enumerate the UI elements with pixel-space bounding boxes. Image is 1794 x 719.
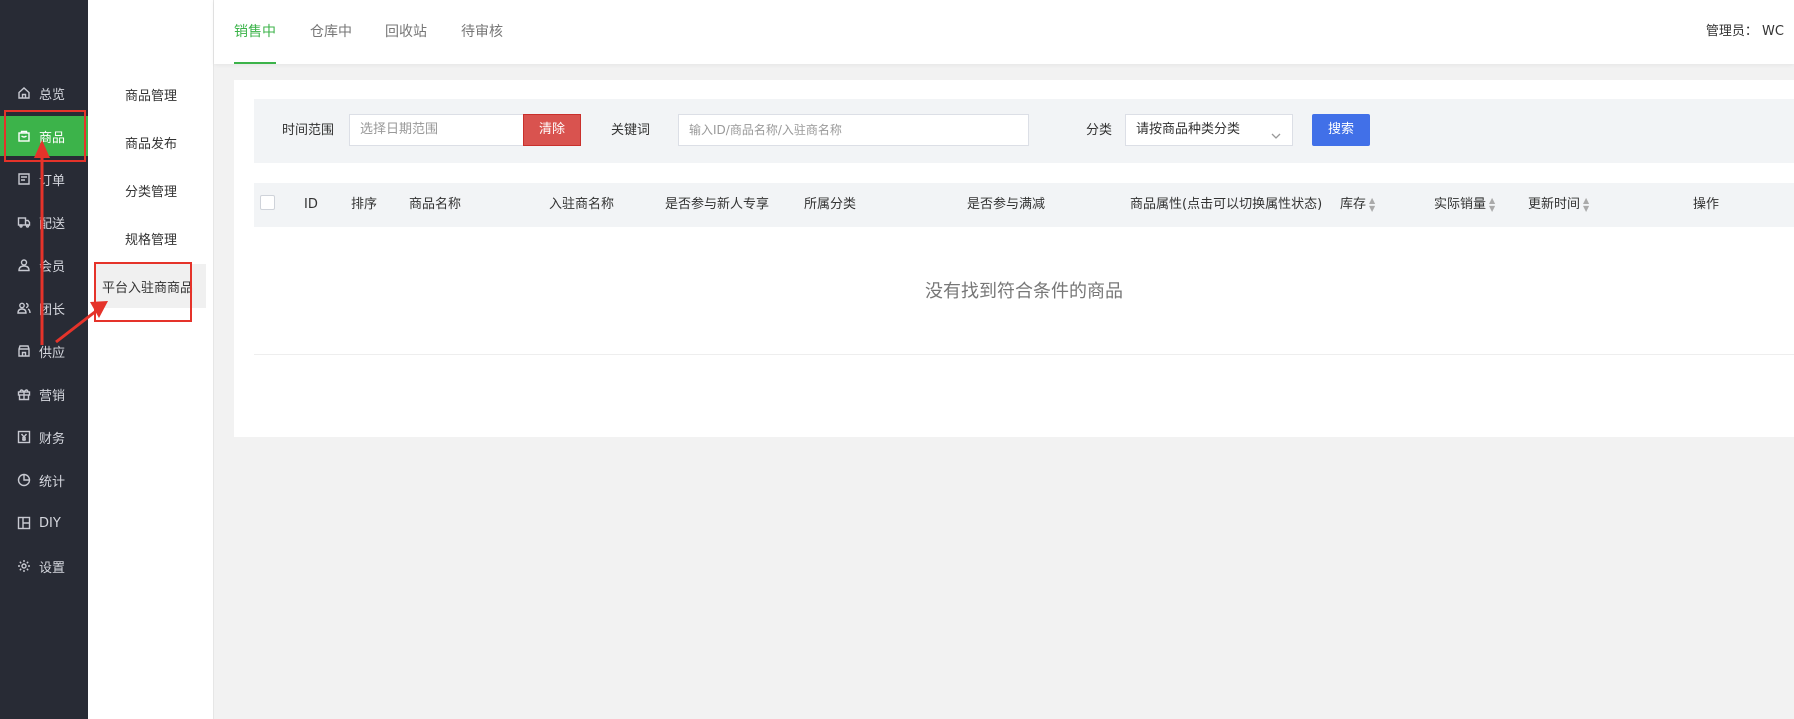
column-header-category: 所属分类 — [804, 197, 857, 212]
home-icon — [17, 86, 31, 100]
nav-item-label: 营销 — [39, 388, 66, 404]
column-header-label: 更新时间 — [1528, 197, 1581, 212]
nav-item-leaders[interactable]: 团长 — [0, 288, 88, 328]
nav-item-label: 供应 — [39, 345, 66, 361]
sub-sidebar: 商品管理 商品发布 分类管理 规格管理 平台入驻商商品 — [88, 0, 214, 719]
annotation-highlight-platform-goods — [94, 262, 192, 322]
pie-chart-icon — [17, 473, 31, 487]
time-range-label: 时间范围 — [282, 123, 335, 138]
column-header-actions: 操作 — [1693, 197, 1720, 212]
column-header-label: 库存 — [1340, 197, 1367, 212]
subnav-item-label: 商品管理 — [124, 88, 177, 104]
column-header-newcomer-exclusive: 是否参与新人专享 — [665, 197, 770, 212]
delivery-icon — [17, 215, 31, 229]
nav-item-label: 订单 — [39, 173, 66, 189]
category-select[interactable]: 请按商品种类分类 — [1125, 114, 1293, 146]
column-header-stock[interactable]: 库存 ▲ ▼ — [1340, 183, 1375, 227]
layout-icon — [17, 516, 31, 530]
column-header-full-reduction: 是否参与满减 — [967, 197, 1046, 212]
clear-button[interactable]: 清除 — [523, 114, 581, 146]
empty-state-message: 没有找到符合条件的商品 — [254, 227, 1794, 355]
store-icon — [17, 344, 31, 358]
category-select-value: 请按商品种类分类 — [1136, 122, 1241, 137]
sort-icon: ▲ ▼ — [1583, 195, 1590, 213]
nav-item-delivery[interactable]: 配送 — [0, 202, 88, 242]
user-icon — [17, 258, 31, 272]
keyword-label: 关键词 — [611, 123, 651, 138]
nav-item-settings[interactable]: 设置 — [0, 546, 88, 586]
nav-item-label: 配送 — [39, 216, 66, 232]
order-icon — [17, 172, 31, 186]
subnav-item-goods-management[interactable]: 商品管理 — [88, 72, 214, 116]
nav-item-members[interactable]: 会员 — [0, 245, 88, 285]
subnav-item-goods-publish[interactable]: 商品发布 — [88, 120, 214, 164]
column-header-id: ID — [304, 197, 318, 212]
chevron-down-icon — [1270, 124, 1282, 139]
sort-icon: ▲ ▼ — [1369, 195, 1376, 213]
nav-item-finance[interactable]: 财务 — [0, 417, 88, 457]
nav-item-label: 财务 — [39, 431, 66, 447]
nav-item-label: DIY — [39, 515, 61, 531]
nav-item-label: 团长 — [39, 302, 66, 318]
table-header: ID 排序 商品名称 入驻商名称 是否参与新人专享 所属分类 是否参与满减 商品… — [254, 183, 1794, 227]
column-header-goods-name: 商品名称 — [409, 197, 462, 212]
column-header-merchant-name: 入驻商名称 — [549, 197, 615, 212]
tab-pending-review[interactable]: 待审核 — [461, 0, 503, 64]
nav-item-orders[interactable]: 订单 — [0, 159, 88, 199]
column-header-label: 实际销量 — [1434, 197, 1487, 212]
yen-icon — [17, 430, 31, 444]
nav-item-label: 会员 — [39, 259, 66, 275]
nav-item-supply[interactable]: 供应 — [0, 331, 88, 371]
main-sidebar: 总览 商品 订单 配送 会员 团长 供应 营销 财务 统计 DIY 设置 — [0, 0, 88, 719]
nav-item-statistics[interactable]: 统计 — [0, 460, 88, 500]
tab-on-sale[interactable]: 销售中 — [234, 0, 276, 64]
keyword-input[interactable]: 输入ID/商品名称/入驻商名称 — [678, 114, 1029, 146]
category-label: 分类 — [1086, 123, 1113, 138]
subnav-item-label: 规格管理 — [124, 232, 177, 248]
tab-recycle-bin[interactable]: 回收站 — [385, 0, 427, 64]
column-header-updated-time[interactable]: 更新时间 ▲ ▼ — [1528, 183, 1589, 227]
subnav-item-label: 商品发布 — [124, 136, 177, 152]
date-range-input[interactable]: 选择日期范围 — [349, 114, 525, 146]
sort-icon: ▲ ▼ — [1489, 195, 1496, 213]
nav-item-marketing[interactable]: 营销 — [0, 374, 88, 414]
column-header-actual-sales[interactable]: 实际销量 ▲ ▼ — [1434, 183, 1495, 227]
filter-bar: 时间范围 选择日期范围 清除 关键词 输入ID/商品名称/入驻商名称 分类 请按… — [254, 99, 1794, 163]
tab-in-warehouse[interactable]: 仓库中 — [310, 0, 352, 64]
admin-user-label[interactable]: 管理员： WC — [1706, 0, 1784, 64]
gift-icon — [17, 387, 31, 401]
subnav-item-category-management[interactable]: 分类管理 — [88, 168, 214, 212]
nav-item-diy[interactable]: DIY — [0, 503, 88, 543]
annotation-highlight-goods — [4, 110, 86, 162]
column-header-goods-attributes: 商品属性(点击可以切换属性状态) — [1130, 197, 1323, 212]
nav-item-label: 总览 — [39, 87, 66, 103]
nav-item-label: 统计 — [39, 474, 66, 490]
nav-item-label: 设置 — [39, 560, 66, 576]
subnav-item-spec-management[interactable]: 规格管理 — [88, 216, 214, 260]
column-header-sort-order: 排序 — [351, 197, 378, 212]
nav-item-overview[interactable]: 总览 — [0, 73, 88, 113]
subnav-item-label: 分类管理 — [124, 184, 177, 200]
select-all-checkbox[interactable] — [260, 195, 275, 210]
leader-icon — [17, 301, 31, 315]
search-button[interactable]: 搜索 — [1312, 114, 1370, 146]
top-bar: 销售中 仓库中 回收站 待审核 管理员： WC — [214, 0, 1794, 64]
content-panel: 时间范围 选择日期范围 清除 关键词 输入ID/商品名称/入驻商名称 分类 请按… — [234, 80, 1794, 437]
gear-icon — [17, 559, 31, 573]
